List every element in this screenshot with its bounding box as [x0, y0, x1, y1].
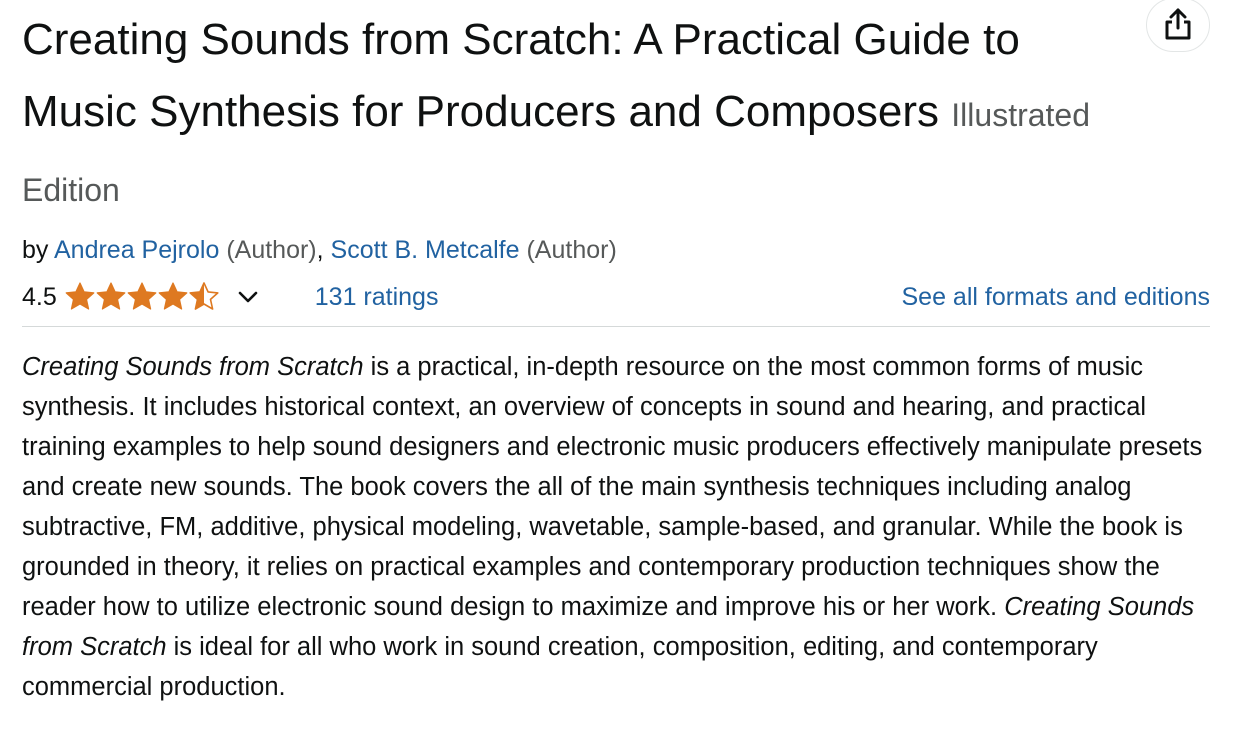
star-icon	[127, 282, 157, 310]
half-star-icon	[189, 282, 219, 310]
share-button[interactable]	[1146, 0, 1210, 52]
author-link-scott-b-metcalfe[interactable]: Scott B. Metcalfe	[331, 236, 520, 264]
author-role: (Author)	[526, 236, 617, 264]
star-rating[interactable]	[65, 282, 225, 312]
chevron-down-icon	[238, 291, 258, 303]
rating-value: 4.5	[22, 282, 57, 311]
author-role: (Author)	[226, 236, 317, 264]
byline-prefix: by	[22, 236, 49, 264]
star-icon	[65, 282, 95, 310]
product-title-heading: Creating Sounds from Scratch: A Practica…	[22, 0, 1210, 226]
ratings-count-link[interactable]: 131 ratings	[315, 283, 439, 312]
author-link-andrea-pejrolo[interactable]: Andrea Pejrolo	[54, 236, 219, 264]
rating-row: 4.5 131 ratings See all formats and edit…	[22, 280, 1210, 327]
description-title-italic: Creating Sounds from Scratch	[22, 353, 364, 381]
product-header: Creating Sounds from Scratch: A Practica…	[22, 0, 1210, 707]
star-icon	[96, 282, 126, 310]
description-text: is ideal for all who work in sound creat…	[22, 633, 1098, 701]
star-icon	[158, 282, 188, 310]
book-description: Creating Sounds from Scratch is a practi…	[22, 347, 1210, 707]
description-text: is a practical, in-depth resource on the…	[22, 353, 1203, 621]
byline: by Andrea Pejrolo (Author), Scott B. Met…	[22, 234, 1210, 266]
product-title: Creating Sounds from Scratch: A Practica…	[22, 15, 1020, 136]
author-separator: ,	[316, 236, 324, 264]
rating-dropdown-toggle[interactable]	[237, 290, 259, 304]
see-all-formats-link[interactable]: See all formats and editions	[901, 283, 1210, 312]
share-icon	[1163, 7, 1193, 44]
